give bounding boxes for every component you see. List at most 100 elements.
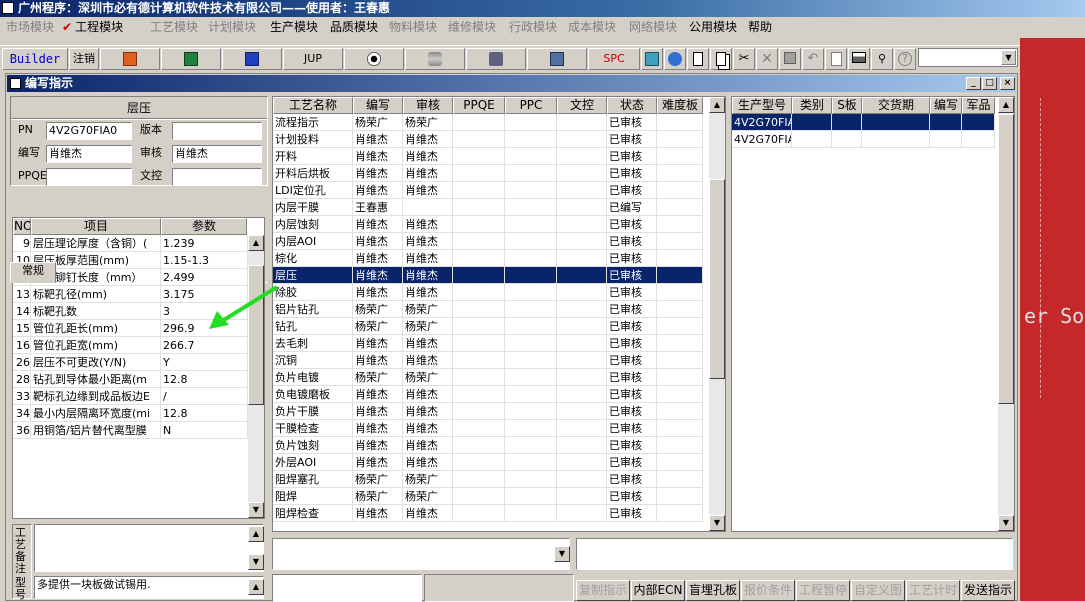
remark-scroll-down-icon[interactable]: ▼ — [248, 554, 264, 570]
model-header-1[interactable]: 类别 — [792, 97, 832, 114]
process-row[interactable]: 去毛刺 肖维杰 肖维杰 已审核 — [273, 335, 703, 352]
action-button-4[interactable]: 工程暂停 — [796, 580, 850, 601]
reviewer-field[interactable]: 肖维杰 — [172, 145, 262, 163]
process-header-ppqe[interactable]: PPQE — [453, 97, 505, 114]
process-row[interactable]: 负片电镀 杨荣广 杨荣广 已审核 — [273, 369, 703, 386]
param-row[interactable]: 34 最小内层隔离环宽度(mi 12.8 — [13, 405, 248, 422]
model-scroll-down-icon[interactable]: ▼ — [998, 515, 1014, 531]
action-button-6[interactable]: 工艺计时 — [906, 580, 960, 601]
param-row[interactable]: 9 层压理论厚度（含铜）(1.239 — [13, 235, 248, 252]
param-row[interactable]: 26 层压不可更改(Y/N) Y — [13, 354, 248, 371]
menu-item-4[interactable]: 生产模块 — [270, 19, 318, 35]
process-row[interactable]: 铝片钻孔 杨荣广 杨荣广 已审核 — [273, 301, 703, 318]
process-note-dropdown-icon[interactable]: ▼ — [554, 546, 570, 562]
process-row[interactable]: 负片蚀刻 肖维杰 肖维杰 已审核 — [273, 437, 703, 454]
instruction-note-field[interactable] — [576, 538, 1013, 570]
model-header-4[interactable]: 编写 — [930, 97, 962, 114]
menu-item-11[interactable]: 公用模块 — [689, 19, 737, 35]
network-button[interactable] — [466, 48, 526, 70]
model-scroll-up-icon[interactable]: ▲ — [248, 579, 264, 595]
process-row[interactable]: 除胶 肖维杰 肖维杰 已审核 — [273, 284, 703, 301]
process-row[interactable]: 流程指示 杨荣广 杨荣广 已审核 — [273, 114, 703, 131]
process-row[interactable]: 层压 肖维杰 肖维杰 已审核 — [273, 267, 703, 284]
action-button-5[interactable]: 自定义图 — [851, 580, 905, 601]
computer-button[interactable] — [527, 48, 587, 70]
process-scroll-thumb[interactable] — [709, 179, 725, 379]
menu-item-12[interactable]: 帮助 — [748, 19, 772, 35]
scroll-down-icon[interactable]: ▼ — [248, 502, 264, 518]
model-header-3[interactable]: 交货期 — [862, 97, 930, 114]
browser-button[interactable] — [664, 48, 686, 70]
menu-item-5[interactable]: 品质模块 — [330, 19, 378, 35]
process-header-reviewer[interactable]: 审核 — [403, 97, 453, 114]
model-scroll-thumb[interactable] — [998, 114, 1014, 404]
menu-item-0[interactable]: 市场模块 — [6, 19, 54, 35]
model-header-2[interactable]: S板 — [832, 97, 862, 114]
spc-button[interactable]: SPC — [588, 48, 640, 70]
menu-item-9[interactable]: 成本模块 — [568, 19, 616, 35]
action-button-0[interactable]: 复制指示 — [576, 580, 630, 601]
process-header-ppc[interactable]: PPC — [505, 97, 557, 114]
menu-item-7[interactable]: 维修模块 — [448, 19, 496, 35]
tab-general[interactable]: 常规 — [10, 262, 56, 283]
process-row[interactable]: 内层干膜 王春惠 已编写 — [273, 199, 703, 216]
find-button[interactable]: ⚲ — [871, 48, 893, 70]
menu-item-2[interactable]: 工艺模块 — [150, 19, 198, 35]
save-button[interactable] — [779, 48, 801, 70]
word-button[interactable] — [222, 48, 282, 70]
model-header-5[interactable]: 军品 — [962, 97, 995, 114]
extra-field-1[interactable] — [272, 574, 422, 602]
remark-field[interactable] — [34, 524, 264, 572]
builder-button[interactable]: Builder — [2, 48, 68, 70]
param-row[interactable]: 33 靶标孔边缘到成品板边E / — [13, 388, 248, 405]
process-note-field[interactable] — [272, 538, 570, 570]
model-remark-field[interactable]: 多提供一块板做试锡用. — [34, 576, 264, 599]
process-row[interactable]: 棕化 肖维杰 肖维杰 已审核 — [273, 250, 703, 267]
model-scrollbar[interactable]: ▲ ▼ — [998, 97, 1014, 531]
toolbar-dropdown[interactable]: ▼ — [918, 48, 1018, 67]
process-scroll-down-icon[interactable]: ▼ — [709, 515, 725, 531]
process-scrollbar[interactable]: ▲ ▼ — [709, 97, 725, 531]
jup-button[interactable]: JUP — [283, 48, 343, 70]
action-button-2[interactable]: 盲埋孔板 — [686, 580, 740, 601]
process-header-name[interactable]: 工艺名称 — [273, 97, 353, 114]
copy-button[interactable] — [710, 48, 732, 70]
new-file-button[interactable] — [687, 48, 709, 70]
param-scrollbar[interactable]: ▲ ▼ — [248, 235, 264, 518]
doc-control-field[interactable] — [172, 168, 262, 186]
process-row[interactable]: 计划投料 肖维杰 肖维杰 已审核 — [273, 131, 703, 148]
undo-button[interactable]: ↶ — [802, 48, 824, 70]
process-row[interactable]: 负片干膜 肖维杰 肖维杰 已审核 — [273, 403, 703, 420]
print-button[interactable] — [848, 48, 870, 70]
remark-scroll-up-icon[interactable]: ▲ — [248, 526, 264, 542]
model-row[interactable]: 4V2G70FIA0 — [732, 131, 995, 148]
model-scroll-up-icon[interactable]: ▲ — [998, 97, 1014, 113]
help-button[interactable]: ? — [894, 48, 916, 70]
model-header-0[interactable]: 生产型号 — [732, 97, 792, 114]
action-button-7[interactable]: 发送指示 — [961, 580, 1015, 601]
menu-item-6[interactable]: 物料模块 — [389, 19, 437, 35]
action-button-1[interactable]: 内部ECN — [631, 580, 685, 601]
process-row[interactable]: LDI定位孔 肖维杰 肖维杰 已审核 — [273, 182, 703, 199]
powerpoint-button[interactable] — [100, 48, 160, 70]
version-field[interactable] — [172, 122, 262, 140]
process-row[interactable]: 阻焊塞孔 杨荣广 杨荣广 已审核 — [273, 471, 703, 488]
model-row[interactable]: 4V2G70FIA0 — [732, 114, 995, 131]
process-scroll-up-icon[interactable]: ▲ — [709, 97, 725, 113]
cut-button[interactable]: ✂ — [733, 48, 755, 70]
process-header-writer[interactable]: 编写 — [353, 97, 403, 114]
view-button[interactable] — [344, 48, 404, 70]
pn-field[interactable]: 4V2G70FIA0 — [46, 122, 132, 140]
calculator-button[interactable] — [641, 48, 663, 70]
scroll-up-icon[interactable]: ▲ — [248, 235, 264, 251]
menu-item-3[interactable]: 计划模块 — [208, 19, 256, 35]
process-header-status[interactable]: 状态 — [607, 97, 657, 114]
dropdown-arrow-icon[interactable]: ▼ — [1001, 50, 1016, 65]
param-row[interactable]: 16 管位孔距宽(mm) 266.7 — [13, 337, 248, 354]
process-row[interactable]: 钻孔 杨荣广 杨荣广 已审核 — [273, 318, 703, 335]
process-row[interactable]: 沉铜 肖维杰 肖维杰 已审核 — [273, 352, 703, 369]
process-row[interactable]: 阻焊 杨荣广 杨荣广 已审核 — [273, 488, 703, 505]
database-button[interactable] — [405, 48, 465, 70]
preview-button[interactable] — [825, 48, 847, 70]
process-row[interactable]: 开料后烘板 肖维杰 肖维杰 已审核 — [273, 165, 703, 182]
